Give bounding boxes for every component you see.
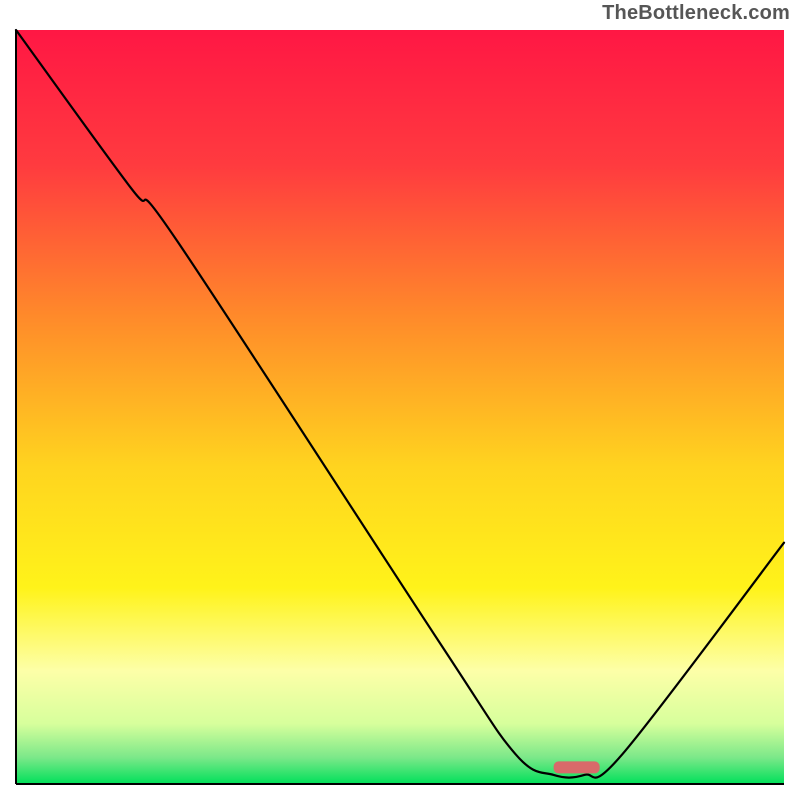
optimal-range-marker	[554, 761, 600, 773]
gradient-background	[16, 30, 784, 784]
attribution-text: TheBottleneck.com	[602, 2, 790, 25]
plot-area	[14, 28, 786, 786]
bottleneck-chart	[14, 28, 786, 786]
chart-container: TheBottleneck.com	[0, 0, 800, 800]
